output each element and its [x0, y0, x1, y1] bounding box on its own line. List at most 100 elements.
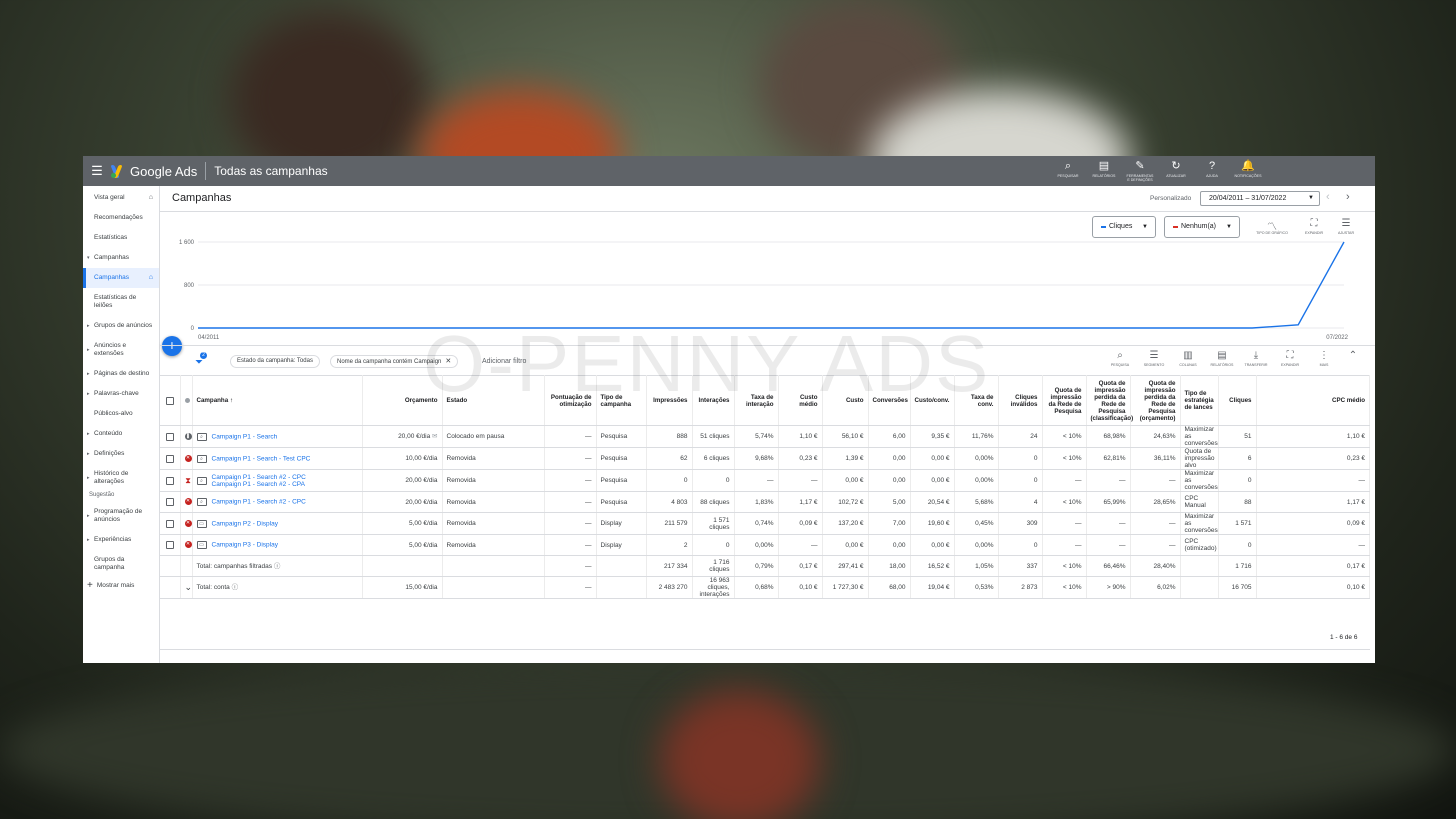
sidebar-item-settings[interactable]: ▸ Definições — [83, 444, 159, 464]
column-header-optimization-score[interactable]: Pontuação de otimização — [544, 375, 597, 426]
column-header-search-lost-is-budget[interactable]: Quota de impressão perdida da Rede de Pe… — [1130, 375, 1181, 426]
table-row[interactable]: ❚ ⌕ Campaign P1 - Search 20,00 €/dia ✉ Coloc… — [160, 425, 1370, 448]
sidebar-item-overview[interactable]: Vista geral ⌂ — [83, 188, 159, 208]
date-range-picker[interactable]: 20/04/2011 – 31/07/2022 ▼ — [1200, 191, 1320, 206]
budget-cell[interactable]: 5,00 €/dia — [362, 534, 443, 556]
help-button[interactable]: ? AJUDA — [1197, 159, 1227, 182]
sidebar-item-experiments[interactable]: ▸ Experiências — [83, 530, 159, 550]
sidebar-item-ads[interactable]: ▸ Anúncios e extensões — [83, 336, 159, 364]
column-header-cost[interactable]: Custo — [822, 375, 869, 426]
table-row[interactable]: ✕ ▭ Campaign P3 - Display 5,00 €/dia Removid… — [160, 534, 1370, 556]
add-filter-button[interactable]: Adicionar filtro — [482, 358, 526, 365]
chart-adjust-button[interactable]: ☰ AJUSTAR — [1330, 218, 1362, 235]
budget-cell[interactable]: 20,00 €/dia — [362, 469, 443, 492]
table-reports-button[interactable]: ▤ RELATÓRIOS — [1205, 350, 1239, 367]
show-more-button[interactable]: + Mostrar mais — [83, 578, 159, 592]
select-all-checkbox[interactable] — [160, 375, 181, 426]
row-status[interactable]: ⧗ — [180, 469, 193, 492]
sidebar-item-ad-schedule[interactable]: ▸ Programação de anúncios — [83, 502, 159, 530]
column-header-clicks[interactable]: Cliques — [1218, 375, 1257, 426]
more-button[interactable]: ⋮ MAIS — [1307, 350, 1341, 367]
refresh-button[interactable]: ↻ ATUALIZAR — [1161, 159, 1191, 182]
row-checkbox[interactable] — [160, 534, 181, 556]
sidebar-item-insights[interactable]: Estatísticas — [83, 228, 159, 248]
table-row[interactable]: ✕ ▭ Campaign P2 - Display 5,00 €/dia Removid… — [160, 512, 1370, 535]
next-period-button[interactable]: › — [1346, 191, 1350, 203]
row-status[interactable]: ✕ — [180, 512, 193, 535]
sidebar-item-auction-insights[interactable]: Estatísticas de leilões — [83, 288, 159, 316]
column-header-impressions[interactable]: Impressões — [646, 375, 693, 426]
column-header-interactions[interactable]: Interações — [692, 375, 735, 426]
campaign-name-link[interactable]: Campaign P2 - Display — [212, 520, 278, 527]
column-header-cost-per-conv[interactable]: Custo/conv. — [910, 375, 955, 426]
row-status[interactable]: ❚ — [180, 425, 193, 448]
tools-button[interactable]: ✎ FERRAMENTAS E DEFINIÇÕES — [1125, 159, 1155, 182]
sidebar-item-recommendations[interactable]: Recomendações — [83, 208, 159, 228]
sidebar-item-landing-pages[interactable]: ▸ Páginas de destino — [83, 364, 159, 384]
campaign-name-link[interactable]: Campaign P1 - Search #2 - CPA — [212, 481, 306, 488]
bid-strategy-cell[interactable]: Maximizar as conversões — [1180, 512, 1219, 535]
campaign-name-link[interactable]: Campaign P1 - Search #2 - CPC — [212, 499, 306, 506]
budget-cell[interactable]: 20,00 €/dia ✉ — [362, 425, 443, 448]
bid-strategy-cell[interactable]: Maximizar as conversões — [1180, 469, 1219, 492]
column-header-interaction-rate[interactable]: Taxa de interação — [734, 375, 779, 426]
sidebar-item-campaign-groups[interactable]: Grupos da campanha — [83, 550, 159, 578]
campaign-name-link[interactable]: Campaign P1 - Search — [212, 433, 278, 440]
campaign-name-link[interactable]: Campaign P3 - Display — [212, 542, 278, 549]
filter-chip-name[interactable]: Nome da campanha contém Campaign ✕ — [330, 355, 459, 368]
google-ads-logo[interactable]: Google Ads — [110, 164, 197, 179]
sidebar-item-content[interactable]: ▸ Conteúdo — [83, 424, 159, 444]
help-icon[interactable]: ⓘ — [232, 584, 239, 591]
collapse-button[interactable]: ⌃ — [1341, 350, 1365, 367]
sidebar-item-audiences[interactable]: Públicos-alvo — [83, 404, 159, 424]
menu-icon[interactable]: ☰ — [85, 163, 109, 179]
chart-expand-button[interactable]: ⛶ EXPANDIR — [1298, 218, 1330, 235]
column-header-conversions[interactable]: Conversões — [868, 375, 911, 426]
previous-period-button[interactable]: ‹ — [1326, 191, 1330, 203]
sidebar-item-ad-groups[interactable]: ▸ Grupos de anúncios — [83, 316, 159, 336]
row-status[interactable]: ✕ — [180, 447, 193, 470]
campaign-name-link[interactable]: Campaign P1 - Search - Test CPC — [212, 455, 311, 462]
sidebar-item-keywords[interactable]: ▸ Palavras-chave — [83, 384, 159, 404]
row-checkbox[interactable] — [160, 425, 181, 448]
columns-button[interactable]: ▥ COLUNAS — [1171, 350, 1205, 367]
segment-button[interactable]: ☰ SEGMENTO — [1137, 350, 1171, 367]
column-header-avg-cost[interactable]: Custo médio — [778, 375, 823, 426]
table-row[interactable]: ✕ ⌕ Campaign P1 - Search - Test CPC 10,00 €… — [160, 447, 1370, 470]
bid-strategy-cell[interactable]: Maximizar as conversões — [1180, 425, 1219, 448]
row-checkbox[interactable] — [160, 491, 181, 513]
sidebar-item-change-history[interactable]: ▸ Histórico de alterações — [83, 464, 159, 492]
table-expand-button[interactable]: ⛶ EXPANDIR — [1273, 350, 1307, 367]
column-header-avg-cpc[interactable]: CPC médio — [1256, 375, 1370, 426]
sidebar-item-campaigns[interactable]: Campanhas ⌂ — [83, 268, 159, 288]
budget-cell[interactable]: 10,00 €/dia — [362, 447, 443, 470]
row-status[interactable]: ✕ — [180, 491, 193, 513]
column-header-budget[interactable]: Orçamento — [362, 375, 443, 426]
column-header-search-is[interactable]: Quota de impressão da Rede de Pesquisa — [1042, 375, 1087, 426]
bid-strategy-cell[interactable]: Quota de impressão alvo — [1180, 447, 1219, 470]
status-column-header[interactable] — [180, 375, 193, 426]
column-header-bid-strategy[interactable]: Tipo de estratégia de lances — [1180, 375, 1219, 426]
budget-cell[interactable]: 20,00 €/dia — [362, 491, 443, 513]
reports-button[interactable]: ▤ RELATÓRIOS — [1089, 159, 1119, 182]
notifications-button[interactable]: 🔔 NOTIFICAÇÕES — [1233, 159, 1263, 182]
metric-2-dropdown[interactable]: Nenhum(a) ▼ — [1164, 216, 1240, 238]
row-checkbox[interactable] — [160, 469, 181, 492]
column-header-campaign-type[interactable]: Tipo de campanha — [596, 375, 647, 426]
chart-type-button[interactable]: 〽 TIPO DE GRÁFICO — [1256, 218, 1288, 235]
row-checkbox[interactable] — [160, 512, 181, 535]
close-icon[interactable]: ✕ — [445, 358, 451, 365]
table-search-button[interactable]: ⌕ PESQUISA — [1103, 350, 1137, 367]
row-status[interactable]: ✕ — [180, 534, 193, 556]
table-row[interactable]: ⧗ ⌕ Campaign P1 - Search #2 - CPC Campaign … — [160, 469, 1370, 492]
filter-chip-status[interactable]: Estado da campanha: Todas — [230, 355, 320, 368]
column-header-campaign[interactable]: Campanha ↑ — [192, 375, 363, 426]
column-header-invalid-clicks[interactable]: Cliques inválidos — [998, 375, 1043, 426]
column-header-conv-rate[interactable]: Taxa de conv. — [954, 375, 999, 426]
table-row[interactable]: ✕ ⌕ Campaign P1 - Search #2 - CPC 20,00 €/d… — [160, 491, 1370, 513]
help-icon[interactable]: ⓘ — [274, 563, 281, 570]
budget-cell[interactable]: 5,00 €/dia — [362, 512, 443, 535]
campaign-name-link[interactable]: Campaign P1 - Search #2 - CPC — [212, 474, 306, 481]
column-header-search-lost-is-rank[interactable]: Quota de impressão perdida da Rede de Pe… — [1086, 375, 1133, 426]
metric-1-dropdown[interactable]: Cliques ▼ — [1092, 216, 1156, 238]
